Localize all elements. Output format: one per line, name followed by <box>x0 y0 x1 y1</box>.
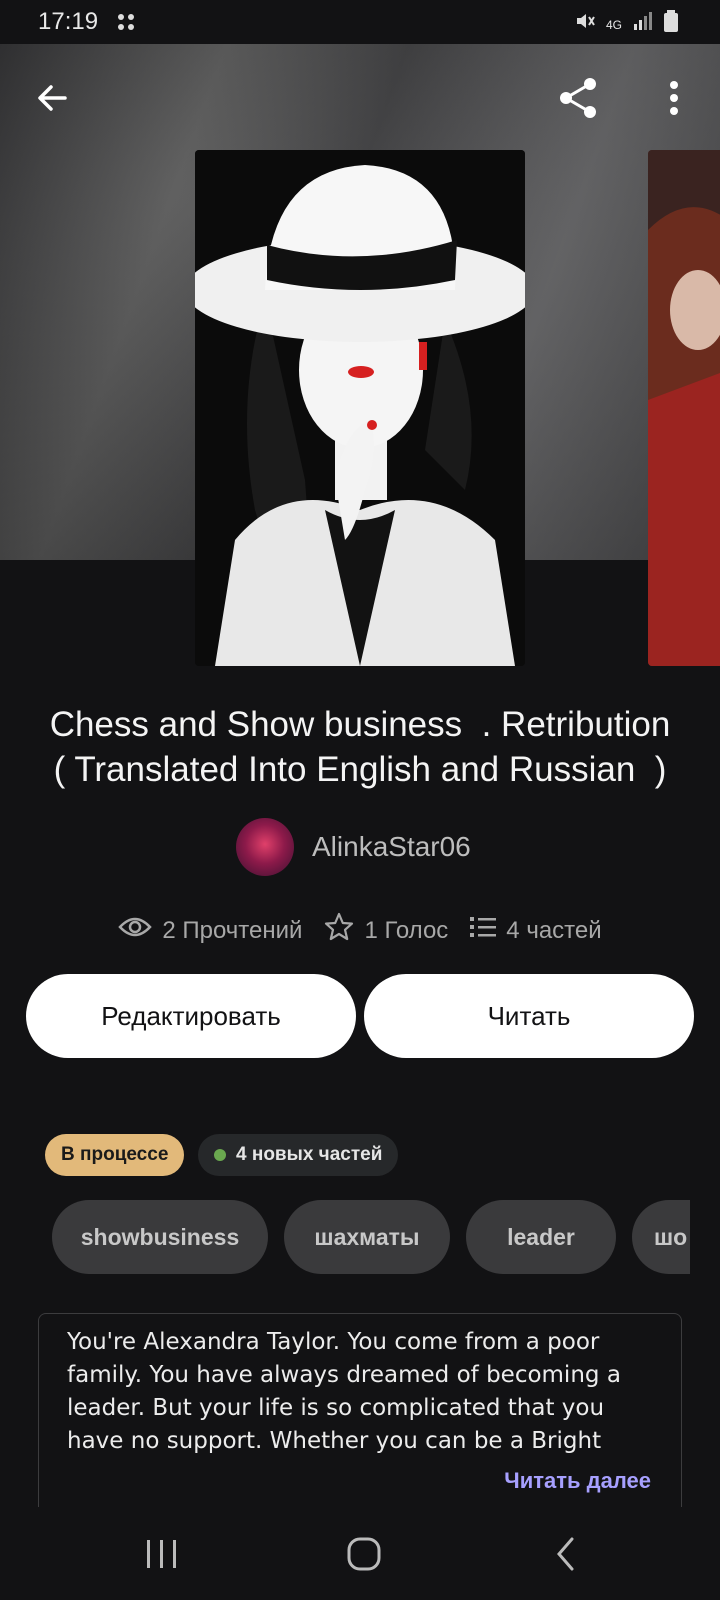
story-cover-image[interactable] <box>195 150 525 666</box>
more-options-button[interactable] <box>648 74 700 126</box>
story-stats: 2 Прочтений 1 Голос 4 частей <box>0 912 720 949</box>
reads-count: 2 Прочтений <box>162 916 303 944</box>
share-button[interactable] <box>552 74 604 126</box>
parts-stat: 4 частей <box>470 916 602 945</box>
story-title-line-1: Chess and Show business . Retribution <box>49 705 671 744</box>
tag-chip[interactable]: шо <box>632 1200 690 1274</box>
story-title: Chess and Show business . Retribution ( … <box>0 702 720 792</box>
reads-stat: 2 Прочтений <box>118 915 302 946</box>
home-icon <box>346 1536 382 1577</box>
author-avatar <box>236 818 294 876</box>
notification-icon <box>116 12 138 41</box>
votes-count: 1 Голос <box>364 916 449 944</box>
system-back-button[interactable] <box>540 1530 592 1582</box>
chevron-left-icon <box>554 1536 578 1577</box>
battery-icon <box>664 10 678 39</box>
story-description: You're Alexandra Taylor. You come from a… <box>67 1329 621 1454</box>
status-bar: 17:19 4G <box>0 0 720 44</box>
next-story-cover[interactable] <box>648 150 720 666</box>
author-name: AlinkaStar06 <box>312 831 471 862</box>
system-navigation-bar <box>0 1508 720 1600</box>
parts-count: 4 частей <box>506 916 602 944</box>
eye-icon <box>118 915 153 946</box>
share-icon <box>554 74 602 127</box>
status-badge: В процессе <box>45 1134 185 1176</box>
home-button[interactable] <box>338 1530 390 1582</box>
status-icons: 4G <box>574 10 678 39</box>
status-time: 17:19 <box>38 8 99 35</box>
read-button[interactable]: Читать <box>364 974 694 1058</box>
arrow-left-icon <box>35 81 69 120</box>
tag-chip[interactable]: шахматы <box>284 1200 450 1274</box>
tag-chip[interactable]: leader <box>466 1200 616 1274</box>
tag-chip[interactable]: showbusiness <box>52 1200 268 1274</box>
edit-button[interactable]: Редактировать <box>26 974 356 1058</box>
mute-icon <box>574 10 596 39</box>
signal-icon <box>632 10 654 39</box>
star-icon <box>324 912 354 949</box>
list-icon <box>470 916 497 945</box>
author-link[interactable]: AlinkaStar06 <box>236 818 471 876</box>
read-more-link[interactable]: Читать далее <box>504 1464 651 1497</box>
new-parts-label: 4 новых частей <box>236 1144 383 1165</box>
new-parts-badge: 4 новых частей <box>198 1134 399 1176</box>
story-title-line-2: ( Translated Into English and Russian ) <box>53 750 667 789</box>
recent-apps-icon <box>144 1538 180 1575</box>
recent-apps-button[interactable] <box>136 1530 188 1582</box>
back-button[interactable] <box>26 74 78 126</box>
more-vertical-icon <box>668 80 680 121</box>
tag-list: showbusiness шахматы leader шо <box>52 1200 690 1276</box>
votes-stat: 1 Голос <box>324 912 448 949</box>
new-parts-dot-icon <box>214 1149 226 1161</box>
story-description-card: You're Alexandra Taylor. You come from a… <box>38 1313 682 1507</box>
network-label: 4G <box>605 17 622 32</box>
